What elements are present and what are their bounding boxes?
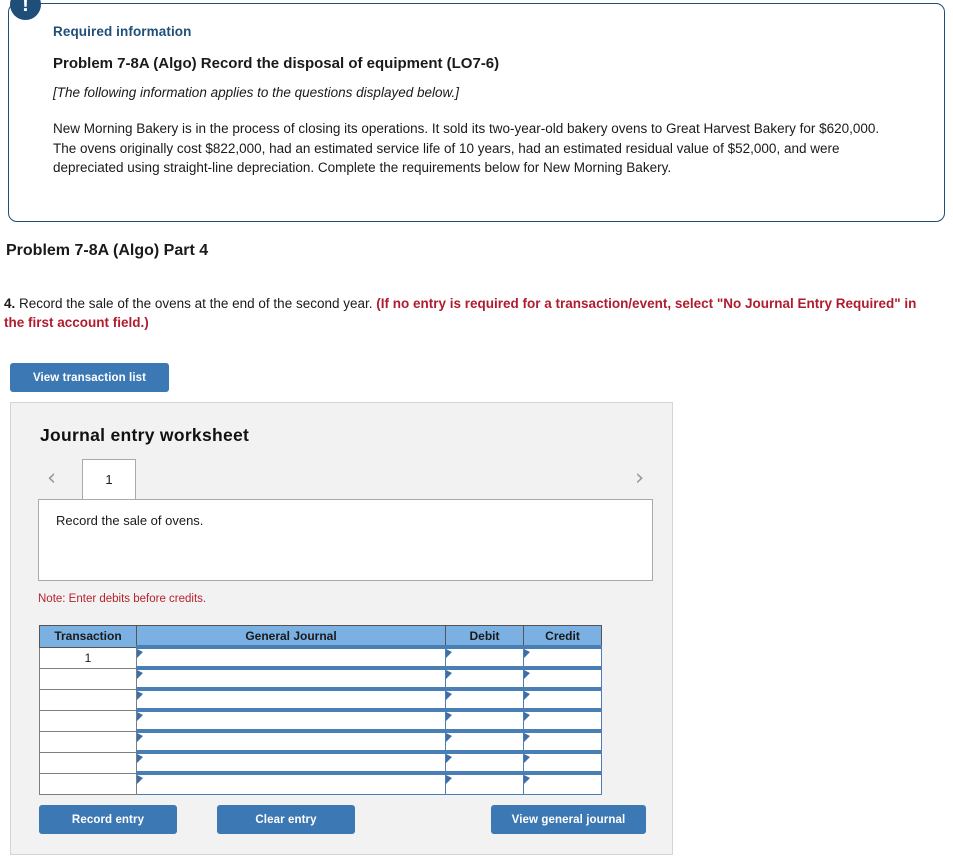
cell-transaction: [39, 688, 137, 711]
cell-general-journal[interactable]: [136, 666, 446, 690]
problem-title: Problem 7-8A (Algo) Record the disposal …: [53, 55, 500, 72]
cell-general-journal[interactable]: [136, 645, 446, 669]
cell-credit[interactable]: [523, 687, 602, 711]
table-row: [39, 708, 602, 732]
question-text: 4. Record the sale of the ovens at the e…: [4, 294, 934, 332]
cell-debit[interactable]: [445, 666, 524, 690]
cell-transaction: [39, 667, 137, 690]
column-header-debit: Debit: [445, 625, 524, 648]
worksheet-tab-strip: ‹ 1 ›: [38, 459, 653, 500]
cell-credit[interactable]: [523, 645, 602, 669]
problem-body-text: New Morning Bakery is in the process of …: [53, 121, 880, 175]
question-number: 4.: [4, 296, 16, 311]
column-header-credit: Credit: [523, 625, 602, 648]
required-information-panel: ! Required information Problem 7-8A (Alg…: [8, 0, 945, 222]
table-row: [39, 666, 602, 690]
chevron-left-icon[interactable]: ‹: [47, 465, 56, 491]
cell-credit[interactable]: [523, 729, 602, 753]
table-row: 1: [39, 645, 602, 669]
column-header-transaction: Transaction: [39, 625, 137, 648]
table-row: [39, 687, 602, 711]
cell-credit[interactable]: [523, 708, 602, 732]
applies-note: [The following information applies to th…: [53, 85, 459, 100]
cell-debit[interactable]: [445, 687, 524, 711]
cell-general-journal[interactable]: [136, 687, 446, 711]
clear-entry-button[interactable]: Clear entry: [217, 805, 355, 834]
cell-transaction: [39, 772, 137, 795]
cell-debit[interactable]: [445, 771, 524, 795]
cell-credit[interactable]: [523, 666, 602, 690]
journal-entry-worksheet-panel: Journal entry worksheet ‹ 1 › Record the…: [10, 402, 673, 855]
journal-entry-table: Transaction General Journal Debit Credit…: [39, 625, 602, 795]
cell-credit[interactable]: [523, 771, 602, 795]
required-information-label: Required information: [53, 24, 192, 39]
cell-debit[interactable]: [445, 750, 524, 774]
record-entry-button[interactable]: Record entry: [39, 805, 177, 834]
cell-debit[interactable]: [445, 729, 524, 753]
worksheet-title: Journal entry worksheet: [40, 425, 250, 445]
transaction-description-box: Record the sale of ovens.: [38, 499, 653, 581]
cell-general-journal[interactable]: [136, 729, 446, 753]
view-transaction-list-button[interactable]: View transaction list: [10, 363, 169, 392]
info-box: Required information Problem 7-8A (Algo)…: [8, 3, 945, 222]
cell-general-journal[interactable]: [136, 771, 446, 795]
page-title: Problem 7-8A (Algo) Part 4: [6, 242, 209, 259]
cell-debit[interactable]: [445, 708, 524, 732]
cell-general-journal[interactable]: [136, 750, 446, 774]
cell-transaction: [39, 751, 137, 774]
cell-transaction: [39, 709, 137, 732]
cell-debit[interactable]: [445, 645, 524, 669]
cell-credit[interactable]: [523, 750, 602, 774]
question-body: Record the sale of the ovens at the end …: [15, 296, 377, 311]
view-general-journal-button[interactable]: View general journal: [491, 805, 646, 834]
table-row: [39, 771, 602, 795]
chevron-right-icon[interactable]: ›: [635, 465, 644, 491]
table-row: [39, 729, 602, 753]
cell-general-journal[interactable]: [136, 708, 446, 732]
table-row: [39, 750, 602, 774]
column-header-general-journal: General Journal: [136, 625, 446, 648]
table-header-row: Transaction General Journal Debit Credit: [39, 625, 602, 648]
cell-transaction: 1: [39, 646, 137, 669]
debits-before-credits-note: Note: Enter debits before credits.: [38, 593, 207, 605]
cell-transaction: [39, 730, 137, 753]
worksheet-tab-1[interactable]: 1: [82, 459, 136, 500]
